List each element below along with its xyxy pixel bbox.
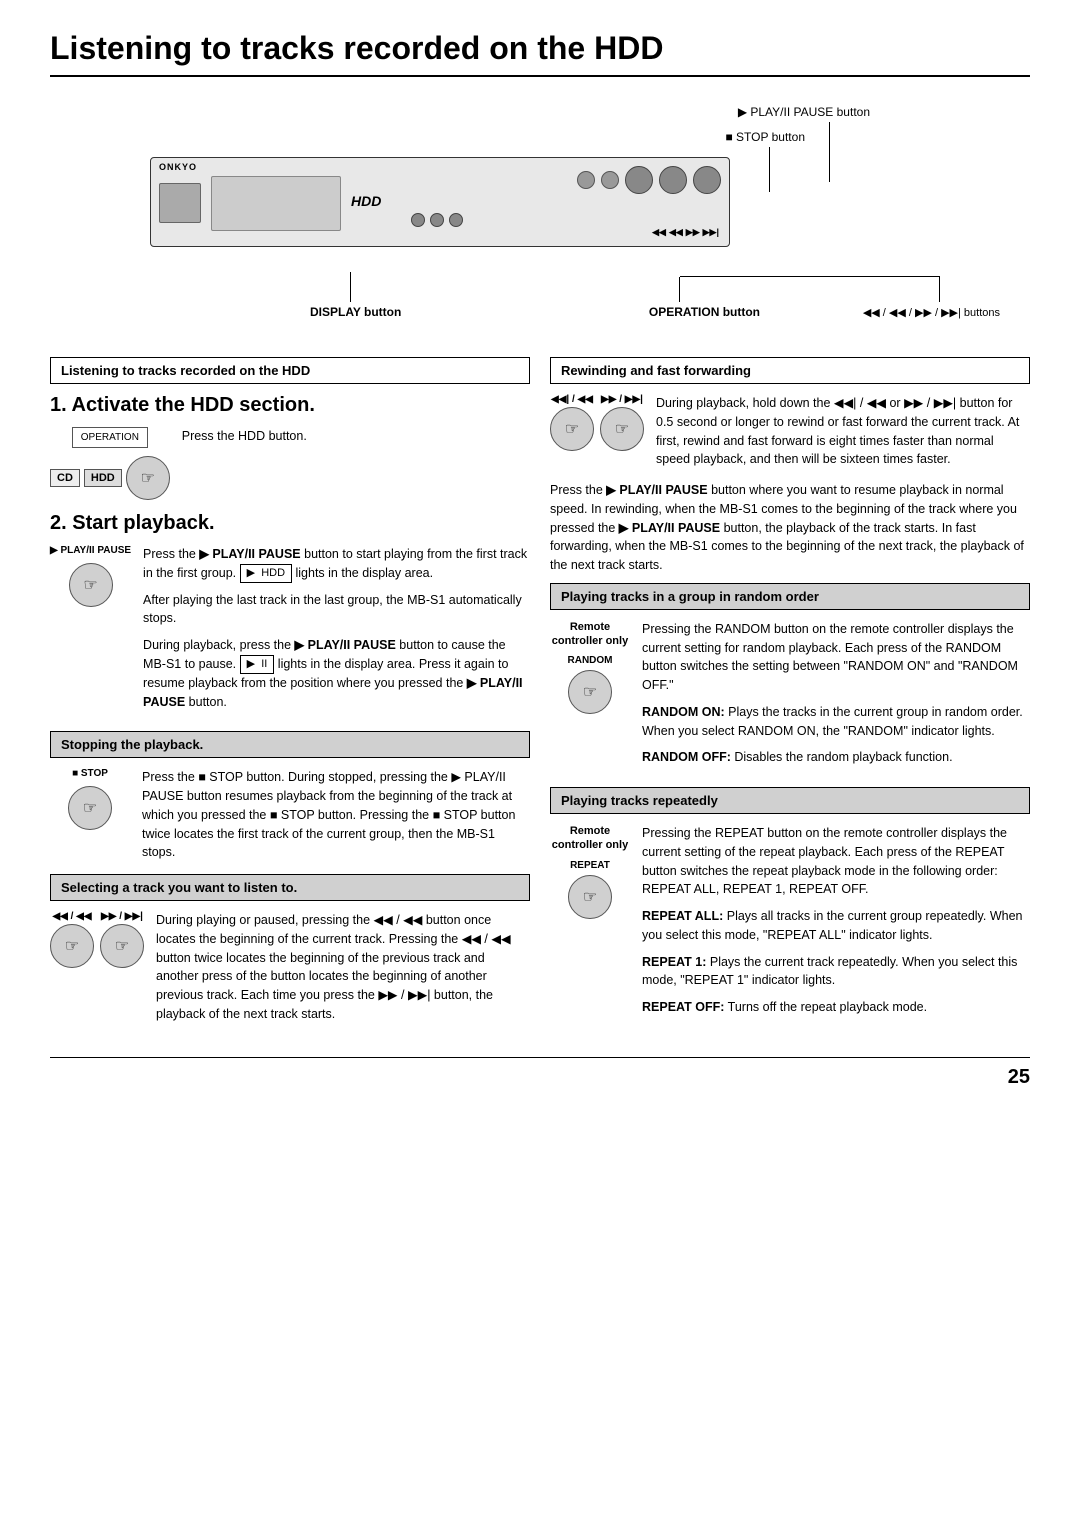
step2-instruction-row: ▶ PLAY/II PAUSE ☞ Press the ▶ PLAY/II PA… [50,545,530,719]
stop-annotation: ■ STOP button [725,130,805,144]
repeat-icon: Remotecontroller only REPEAT ☞ [550,824,630,919]
rewinding-para: Press the ▶ PLAY/II PAUSE button where y… [550,481,1030,575]
rewinding-row: ◀◀| / ◀◀ ☞ ▶▶ / ▶▶| ☞ During playback, h… [550,394,1030,469]
listening-section-header: Listening to tracks recorded on the HDD [50,357,530,384]
play-pause-annotation: ▶ PLAY/II PAUSE button [738,105,870,119]
left-column: Listening to tracks recorded on the HDD … [50,357,530,1037]
stopping-icon: ■ STOP ☞ [50,768,130,830]
stopping-header: Stopping the playback. [50,731,530,758]
random-text: Pressing the RANDOM button on the remote… [642,620,1030,775]
page-number: 25 [50,1057,1030,1089]
operation-annotation: OPERATION button [649,305,760,319]
repeat-text: Pressing the REPEAT button on the remote… [642,824,1030,1025]
random-row: Remotecontroller only RANDOM ☞ Pressing … [550,620,1030,775]
nav-buttons-annotation: ◀◀ / ◀◀ / ▶▶ / ▶▶| buttons [863,305,1000,319]
device-image: ONKYO HDD ◀◀◀◀▶▶▶▶| [150,157,730,247]
device-diagram: ▶ PLAY/II PAUSE button ■ STOP button ONK… [50,97,1030,337]
selecting-header: Selecting a track you want to listen to. [50,874,530,901]
selecting-text: During playing or paused, pressing the ◀… [156,911,530,1024]
main-content: Listening to tracks recorded on the HDD … [50,357,1030,1037]
random-header: Playing tracks in a group in random orde… [550,583,1030,610]
stopping-row: ■ STOP ☞ Press the ■ STOP button. During… [50,768,530,862]
selecting-icon: ◀◀ / ◀◀ ☞ ▶▶ / ▶▶| ☞ [50,911,144,968]
step2-heading: 2. Start playback. [50,512,530,535]
repeat-header: Playing tracks repeatedly [550,787,1030,814]
repeat-row: Remotecontroller only REPEAT ☞ Pressing … [550,824,1030,1025]
selecting-row: ◀◀ / ◀◀ ☞ ▶▶ / ▶▶| ☞ During playing or p… [50,911,530,1024]
step2-icon: ▶ PLAY/II PAUSE ☞ [50,545,131,607]
right-column: Rewinding and fast forwarding ◀◀| / ◀◀ ☞… [550,357,1030,1037]
step1-text: Press the HDD button. [182,427,530,446]
rewinding-text: During playback, hold down the ◀◀| / ◀◀ … [656,394,1030,469]
step1-instruction-row: OPERATION CD HDD ☞ Press the HDD button. [50,427,530,500]
rewinding-icon: ◀◀| / ◀◀ ☞ ▶▶ / ▶▶| ☞ [550,394,644,451]
rewinding-header: Rewinding and fast forwarding [550,357,1030,384]
page-title: Listening to tracks recorded on the HDD [50,30,1030,77]
stopping-text: Press the ■ STOP button. During stopped,… [142,768,530,862]
display-annotation: DISPLAY button [310,305,401,319]
random-icon: Remotecontroller only RANDOM ☞ [550,620,630,715]
step1-heading: 1. Activate the HDD section. [50,394,530,417]
step1-icon: OPERATION CD HDD ☞ [50,427,170,500]
step2-text: Press the ▶ PLAY/II PAUSE button to star… [143,545,530,719]
